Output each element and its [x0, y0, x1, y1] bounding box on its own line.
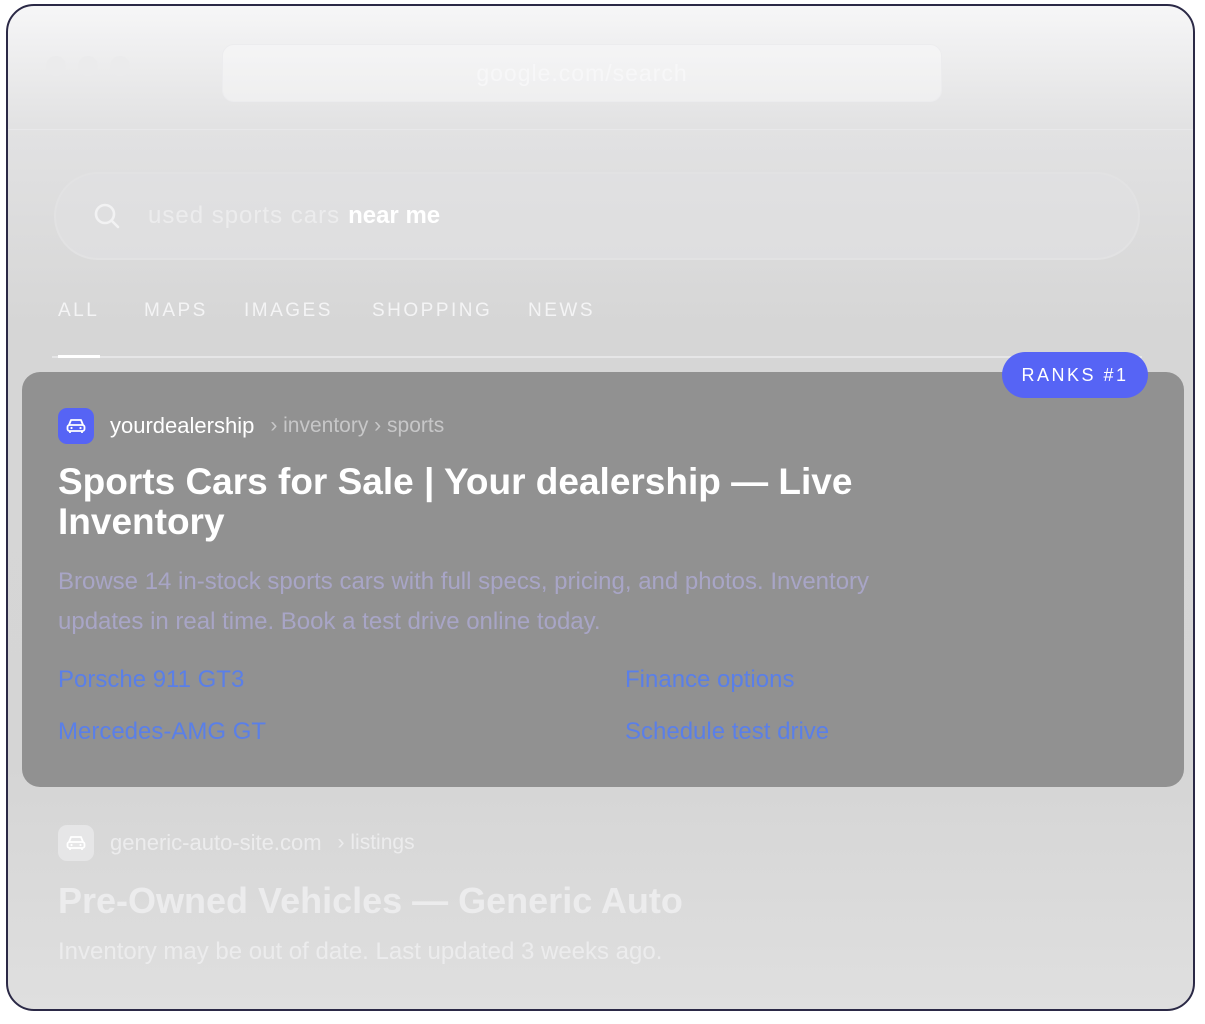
window-controls [46, 56, 130, 76]
result-1-title[interactable]: Sports Cars for Sale | Your dealership —… [58, 462, 918, 542]
tabs-divider [52, 356, 1142, 358]
result-1-site-name: yourdealership [110, 413, 255, 438]
browser-window: google.com/search used sports cars near … [6, 4, 1195, 1011]
search-query: used sports cars near me [148, 202, 440, 230]
maximize-window-button[interactable] [110, 56, 130, 76]
sitelink-porsche-911-gt3[interactable]: Porsche 911 GT3 [58, 666, 244, 694]
rank-badge: RANKS #1 [1002, 352, 1148, 398]
search-tabs: ALL MAPS IMAGES SHOPPING NEWS [52, 300, 1142, 360]
car-icon [58, 825, 94, 861]
search-icon[interactable] [92, 201, 122, 231]
tab-news[interactable]: NEWS [528, 300, 595, 322]
minimize-window-button[interactable] [78, 56, 98, 76]
result-1-source[interactable]: yourdealership › inventory › sports [58, 408, 444, 444]
sitelink-schedule-test-drive[interactable]: Schedule test drive [625, 718, 829, 746]
sitelink-finance-options[interactable]: Finance options [625, 666, 794, 694]
close-window-button[interactable] [46, 56, 66, 76]
result-1-description: Browse 14 in-stock sports cars with full… [58, 568, 870, 635]
result-2-description: Inventory may be out of date. Last updat… [58, 938, 663, 965]
result-2-site-name: generic-auto-site.com [110, 830, 322, 855]
result-2-source[interactable]: generic-auto-site.com › listings [58, 825, 415, 861]
active-tab-indicator [58, 355, 100, 358]
car-icon [58, 408, 94, 444]
result-2-title[interactable]: Pre-Owned Vehicles — Generic Auto [58, 880, 683, 922]
search-query-terms: used sports cars [148, 202, 341, 229]
address-bar-url: google.com/search [476, 59, 688, 86]
search-input[interactable]: used sports cars near me [54, 172, 1140, 260]
tab-shopping[interactable]: SHOPPING [372, 300, 492, 322]
tab-images[interactable]: IMAGES [244, 300, 333, 322]
tab-all[interactable]: ALL [58, 300, 99, 322]
result-2-breadcrumb: › listings [337, 831, 415, 854]
browser-chrome: google.com/search [8, 6, 1193, 130]
address-bar[interactable]: google.com/search [222, 44, 942, 102]
tab-maps[interactable]: MAPS [144, 300, 208, 322]
result-1-breadcrumb: › inventory › sports [270, 414, 445, 437]
search-query-location: near me [348, 202, 441, 229]
sitelink-mercedes-amg-gt[interactable]: Mercedes-AMG GT [58, 718, 266, 746]
